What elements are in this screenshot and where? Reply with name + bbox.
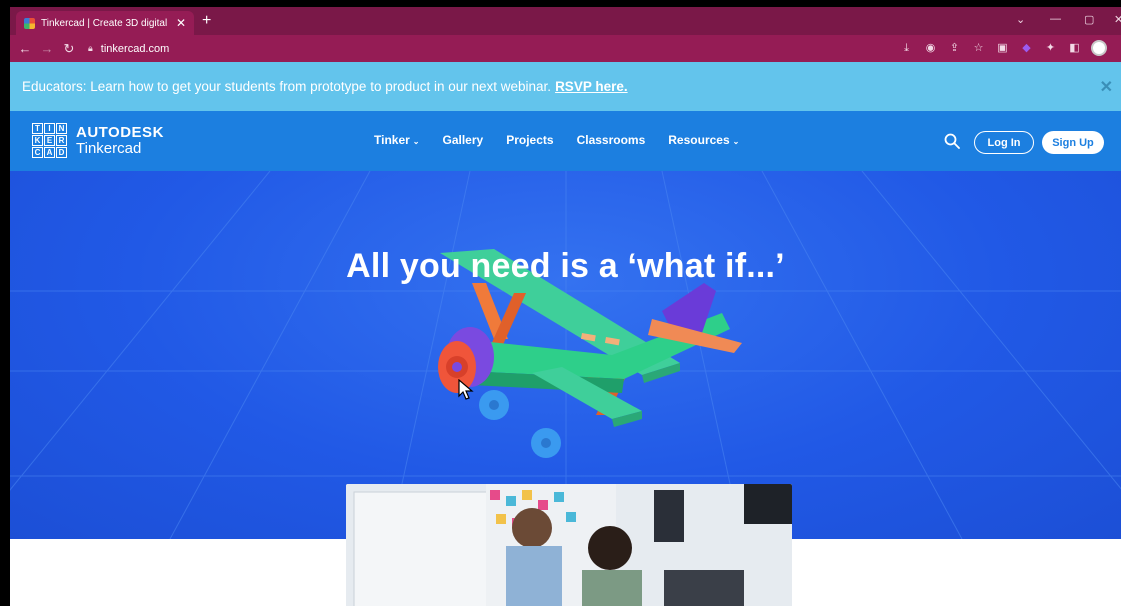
forward-icon[interactable]: →	[36, 41, 58, 56]
star-icon[interactable]: ☆	[971, 41, 986, 56]
nav-item-projects[interactable]: Projects	[506, 133, 553, 147]
tab-strip: Tinkercad | Create 3D digital des ✕ + ⌄ …	[10, 7, 1121, 35]
close-window-icon[interactable]: ✕	[1114, 13, 1121, 26]
back-icon[interactable]: ←	[14, 41, 36, 56]
logo-tiles: T I N K E R C A D	[32, 123, 67, 158]
profile-avatar[interactable]	[1091, 40, 1107, 56]
lock-icon[interactable]: 🔒︎	[88, 43, 93, 54]
minimize-icon[interactable]: —	[1050, 13, 1061, 25]
main-menu: Tinker ⌄ Gallery Projects Classrooms Reso…	[374, 133, 739, 147]
new-tab-icon[interactable]: +	[202, 11, 211, 31]
nav-item-classrooms[interactable]: Classrooms	[577, 133, 646, 147]
nav-item-gallery[interactable]: Gallery	[443, 133, 484, 147]
login-button[interactable]: Log In	[974, 131, 1034, 154]
logo-tile: A	[44, 147, 55, 158]
sidepanel-icon[interactable]: ◧	[1067, 41, 1082, 56]
nav-item-label: Resources	[668, 133, 730, 147]
toolbar-icons: ⤓ ◉ ⇪ ☆ ▣ ◆ ✦ ◧	[899, 40, 1107, 56]
hero-headline: All you need is a ‘what if...’	[346, 247, 785, 285]
puzzle-icon[interactable]: ✦	[1043, 41, 1058, 56]
nav-item-resources[interactable]: Resources ⌄	[668, 133, 739, 147]
signup-button[interactable]: Sign Up	[1042, 131, 1104, 154]
chevron-down-icon: ⌄	[412, 137, 420, 146]
active-tab[interactable]: Tinkercad | Create 3D digital des ✕	[16, 11, 194, 35]
url-text: tinkercad.com	[100, 42, 170, 55]
hero-photo	[346, 484, 792, 606]
url-field[interactable]: 🔒︎ tinkercad.com	[88, 43, 169, 55]
purple-extension-icon[interactable]: ◆	[1019, 41, 1034, 56]
mouse-cursor-icon	[458, 379, 474, 400]
educator-banner: Educators: Learn how to get your student…	[10, 62, 1121, 111]
logo-product: Tinkercad	[76, 139, 142, 157]
address-bar: ← → ↻ 🔒︎ tinkercad.com ⤓ ◉ ⇪ ☆ ▣ ◆ ✦ ◧	[10, 35, 1121, 62]
chevron-down-icon: ⌄	[732, 137, 740, 146]
logo-tile: R	[56, 135, 67, 146]
tinkercad-favicon-icon	[24, 17, 35, 29]
reload-icon[interactable]: ↻	[58, 41, 80, 57]
logo-tile: N	[56, 123, 67, 134]
banner-text: Educators: Learn how to get your student…	[22, 79, 552, 94]
logo-tile: C	[32, 147, 43, 158]
extension-icon[interactable]: ▣	[995, 41, 1010, 56]
logo-tile: T	[32, 123, 43, 134]
logo-tile: I	[44, 123, 55, 134]
logo-tile: E	[44, 135, 55, 146]
nav-item-tinker[interactable]: Tinker ⌄	[374, 133, 420, 147]
close-banner-icon[interactable]: ✕	[1100, 77, 1113, 97]
share-icon[interactable]: ⇪	[947, 41, 962, 56]
tab-search-icon[interactable]: ⌄	[1016, 13, 1025, 26]
classroom-photo-illustration	[346, 484, 792, 606]
browser-window: Tinkercad | Create 3D digital des ✕ + ⌄ …	[10, 7, 1121, 606]
tinkercad-logo[interactable]: T I N K E R C A D AUTODESK Tinkercad	[32, 123, 164, 158]
eye-icon[interactable]: ◉	[923, 41, 938, 56]
rsvp-link[interactable]: RSVP here.	[555, 79, 628, 94]
tab-title: Tinkercad | Create 3D digital des	[41, 17, 170, 29]
restore-icon[interactable]: ▢	[1084, 13, 1094, 26]
logo-brand: AUTODESK	[76, 123, 164, 141]
logo-tile: D	[56, 147, 67, 158]
logo-tile: K	[32, 135, 43, 146]
close-tab-icon[interactable]: ✕	[176, 16, 186, 30]
install-icon[interactable]: ⤓	[899, 41, 914, 56]
search-icon[interactable]	[944, 133, 960, 149]
nav-item-label: Tinker	[374, 133, 410, 147]
site-header: T I N K E R C A D AUTODESK Tinkercad Tin…	[10, 111, 1121, 171]
